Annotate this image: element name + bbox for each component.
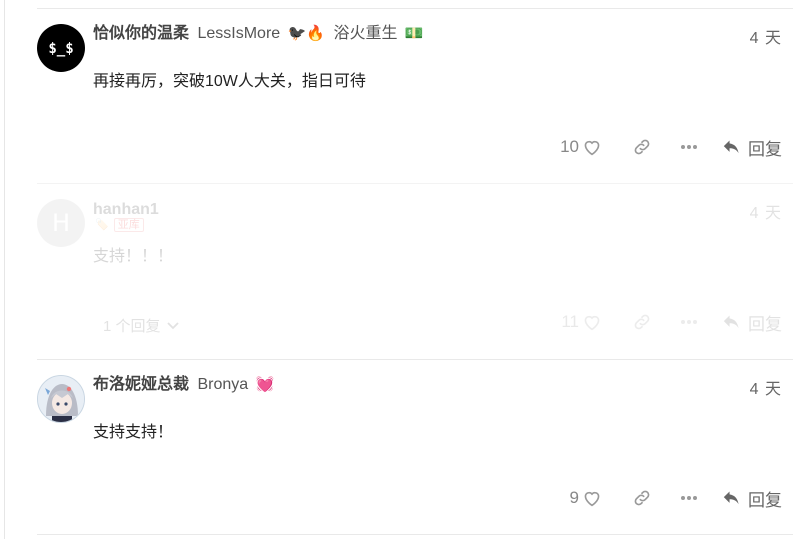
more-icon — [681, 320, 697, 324]
reply-button[interactable]: 回复 — [722, 135, 782, 160]
post-meta: 恰似你的温柔 LessIsMore 🐦‍⬛🔥 浴火重生 💵 — [93, 24, 424, 44]
link-icon — [634, 490, 650, 506]
like-button[interactable]: 11 — [561, 312, 602, 332]
post-meta: 布洛妮娅总裁 Bronya 💓 — [93, 375, 274, 395]
replies-toggle-button[interactable]: 1 个回复 — [103, 315, 180, 336]
tag-emoji-icon: 🏷️ — [95, 219, 109, 231]
post-actions: 10 回复 — [560, 135, 782, 160]
post-actions: 9 回复 — [570, 486, 782, 511]
link-icon — [634, 139, 650, 155]
post-date[interactable]: 4 天 — [750, 375, 782, 399]
post: $_$ 恰似你的温柔 LessIsMore 🐦‍⬛🔥 浴火重生 💵 4 天 再接… — [0, 10, 802, 182]
avatar[interactable]: $_$ — [37, 24, 85, 72]
heart-icon — [584, 140, 600, 156]
full-name: Bronya — [197, 376, 249, 393]
avatar[interactable]: H — [37, 199, 85, 247]
like-button[interactable]: 10 — [560, 137, 602, 157]
post-content: 再接再厉，突破10W人大关，指日可待 — [93, 73, 366, 90]
chevron-down-icon — [166, 321, 179, 329]
more-button[interactable] — [680, 495, 698, 501]
divider — [37, 534, 793, 535]
more-button[interactable] — [680, 319, 698, 325]
share-link-button[interactable] — [632, 137, 652, 157]
dollar-face-avatar-image: $_$ — [48, 41, 73, 57]
post-date[interactable]: 4 天 — [750, 24, 782, 48]
post-content: 支持支持！ — [93, 424, 174, 441]
username[interactable]: hanhan1 — [93, 201, 159, 218]
more-icon — [681, 145, 697, 149]
post: H hanhan1 🏷️ 亚库 4 天 支持！！！ 1 个回复 11 回复 — [0, 185, 802, 357]
divider — [37, 183, 793, 184]
link-icon — [634, 314, 650, 330]
username[interactable]: 恰似你的温柔 — [93, 25, 189, 42]
divider — [37, 8, 793, 9]
reply-icon — [723, 140, 739, 154]
svg-text:H: H — [52, 209, 70, 237]
anime-avatar-image — [38, 376, 84, 422]
svg-text:$_$: $_$ — [48, 41, 73, 57]
share-link-button[interactable] — [632, 312, 652, 332]
post-meta: hanhan1 — [93, 200, 159, 220]
reply-label: 回复 — [748, 139, 782, 159]
user-title: 浴火重生 — [333, 25, 398, 42]
avatar[interactable] — [37, 375, 85, 423]
post-date[interactable]: 4 天 — [750, 199, 782, 223]
heart-emoji-icon: 💓 — [255, 376, 275, 393]
post-actions: 11 回复 — [561, 310, 782, 335]
share-link-button[interactable] — [632, 488, 652, 508]
more-icon — [681, 496, 697, 500]
heart-icon — [584, 491, 600, 507]
reply-label: 回复 — [748, 314, 782, 334]
letter-avatar-image: H — [52, 209, 70, 237]
reply-icon — [723, 315, 739, 329]
replies-count: 1 个回复 — [103, 318, 161, 335]
full-name: LessIsMore — [197, 25, 281, 42]
heart-icon — [584, 315, 600, 331]
like-count: 9 — [569, 488, 579, 507]
reply-icon — [723, 491, 739, 505]
like-count: 10 — [560, 137, 579, 156]
more-button[interactable] — [680, 144, 698, 150]
reply-button[interactable]: 回复 — [722, 486, 782, 511]
user-badge: 亚库 — [113, 218, 144, 232]
username[interactable]: 布洛妮娅总裁 — [93, 376, 189, 393]
reply-label: 回复 — [748, 490, 782, 510]
user-badge-row: 🏷️ 亚库 — [95, 218, 144, 232]
like-count: 11 — [561, 312, 579, 331]
money-emoji-icon: 💵 — [404, 25, 424, 42]
reply-button[interactable]: 回复 — [722, 310, 782, 335]
like-button[interactable]: 9 — [570, 488, 602, 508]
post-content: 支持！！！ — [93, 248, 174, 265]
divider — [37, 359, 793, 360]
user-flair: 🐦‍⬛🔥 — [287, 25, 325, 42]
post: 布洛妮娅总裁 Bronya 💓 4 天 支持支持！ 9 回复 — [0, 361, 802, 533]
